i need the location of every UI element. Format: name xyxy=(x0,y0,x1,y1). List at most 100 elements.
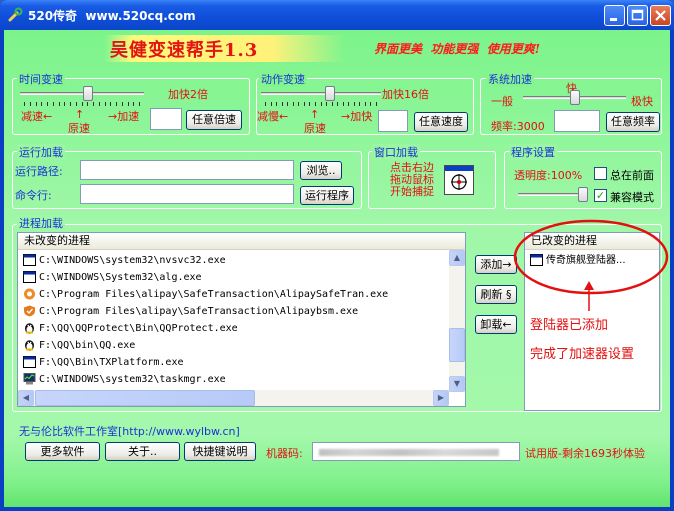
list-item[interactable]: F:\QQ\Bin\TXPlatform.exe xyxy=(20,354,445,371)
tick-mark xyxy=(321,102,322,106)
scroll-down-icon[interactable]: ▼ xyxy=(449,376,465,392)
tick-mark xyxy=(76,102,77,106)
scroll-left-icon[interactable]: ◀ xyxy=(18,390,34,406)
transparency-label: 透明度:100% xyxy=(514,169,583,182)
time-speed-slider[interactable] xyxy=(20,84,144,104)
action-speed-input[interactable] xyxy=(378,110,408,132)
window-capture-target[interactable] xyxy=(444,165,474,195)
banner-title: 吴健变速帮手1.3 xyxy=(110,40,259,61)
process-path: F:\QQ\QQProtect\Bin\QQProtect.exe xyxy=(39,323,238,334)
slider-thumb[interactable] xyxy=(325,86,335,101)
original-speed-label: 原速 xyxy=(68,122,90,135)
tick-mark xyxy=(304,102,305,106)
list-item[interactable]: C:\WINDOWS\System32\alg.exe xyxy=(20,269,445,286)
unchanged-header: 未改变的进程 xyxy=(18,233,465,250)
tick-mark xyxy=(30,102,31,106)
add-process-button[interactable]: 添加→ xyxy=(475,255,517,274)
list-item[interactable]: C:\Program Files\alipay\SafeTransaction\… xyxy=(20,286,445,303)
close-icon xyxy=(655,10,666,21)
minimize-button[interactable] xyxy=(604,5,625,26)
frequency-input[interactable] xyxy=(554,110,600,132)
custom-frequency-button[interactable]: 任意频率 xyxy=(606,112,660,132)
time-speed-fast-label: 加快2倍 xyxy=(168,88,208,101)
minimize-icon xyxy=(610,18,617,21)
tick-mark xyxy=(354,102,355,106)
always-on-top-label: 总在前面 xyxy=(610,169,654,182)
command-line-label: 命令行: xyxy=(15,189,52,202)
machine-code-label: 机器码: xyxy=(266,447,303,460)
list-item[interactable]: F:\QQ\bin\QQ.exe xyxy=(20,337,445,354)
hotkey-help-button[interactable]: 快捷键说明 xyxy=(184,442,256,461)
app-window: 520传奇 www.520cq.com 吴健变速帮手1.3 界面更美 功能更强 … xyxy=(0,0,674,511)
slider-thumb[interactable] xyxy=(570,90,580,105)
checkmark-icon: ✓ xyxy=(595,189,606,202)
maximize-button[interactable] xyxy=(627,5,648,26)
tools-icon xyxy=(8,7,23,22)
list-item[interactable]: C:\WINDOWS\system32\nvsvc32.exe xyxy=(20,252,445,269)
horizontal-scroll-thumb[interactable] xyxy=(35,390,255,406)
run-path-input[interactable] xyxy=(80,160,294,180)
horizontal-scrollbar[interactable]: ◀ ▶ xyxy=(18,390,449,406)
close-button[interactable] xyxy=(650,5,671,26)
slider-thumb[interactable] xyxy=(83,86,93,101)
tick-mark xyxy=(315,102,316,106)
vertical-scrollbar[interactable]: ▲ ▼ xyxy=(449,250,465,392)
browse-button[interactable]: 浏览.. xyxy=(300,161,342,180)
custom-speed-button[interactable]: 任意速度 xyxy=(414,112,468,132)
process-path: F:\QQ\Bin\TXPlatform.exe xyxy=(39,357,184,368)
refresh-button[interactable]: 刷新 § xyxy=(475,285,517,304)
scroll-thumb[interactable] xyxy=(449,328,465,362)
studio-link[interactable]: 无与伦比软件工作室[http://www.wylbw.cn] xyxy=(19,423,240,439)
compat-mode-label: 兼容模式 xyxy=(610,191,654,204)
scroll-up-icon[interactable]: ▲ xyxy=(449,250,465,266)
about-button[interactable]: 关于.. xyxy=(105,442,180,461)
run-path-label: 运行路径: xyxy=(15,165,63,178)
increase-label: →加速 xyxy=(108,110,140,123)
slow-down-label: 减慢← xyxy=(257,110,289,123)
always-on-top-checkbox[interactable] xyxy=(594,167,607,180)
tick-mark xyxy=(70,102,71,106)
unload-button[interactable]: 卸载← xyxy=(475,315,517,334)
window-icon xyxy=(23,271,36,283)
system-speed-slider[interactable] xyxy=(523,88,626,108)
window-title: 520传奇 www.520cq.com xyxy=(28,9,196,23)
list-item[interactable]: C:\WINDOWS\system32\taskmgr.exe xyxy=(20,371,445,388)
capture-hint: 开始捕捉 xyxy=(390,185,434,198)
slider-thumb[interactable] xyxy=(578,187,588,202)
custom-multiplier-button[interactable]: 任意倍速 xyxy=(186,110,242,130)
tick-mark xyxy=(87,102,88,106)
blurred-machine-code xyxy=(319,449,499,456)
window-load-label: 窗口加载 xyxy=(372,144,420,160)
action-speed-slider[interactable] xyxy=(261,84,381,104)
transparency-slider[interactable] xyxy=(518,185,588,205)
crosshair-icon xyxy=(451,174,467,190)
tick-mark xyxy=(139,102,140,106)
compat-mode-checkbox[interactable]: ✓ xyxy=(594,189,607,202)
more-software-button[interactable]: 更多软件 xyxy=(25,442,100,461)
tick-mark xyxy=(265,102,266,106)
tick-mark xyxy=(359,102,360,106)
title-bar[interactable]: 520传奇 www.520cq.com xyxy=(0,0,674,30)
tick-mark xyxy=(24,102,25,106)
decrease-label: 减速← xyxy=(21,110,53,123)
run-load-label: 运行加载 xyxy=(17,144,65,160)
window-icon xyxy=(23,254,36,266)
time-speed-input[interactable] xyxy=(150,108,182,130)
list-item[interactable]: C:\Program Files\alipay\SafeTransaction\… xyxy=(20,303,445,320)
tick-mark xyxy=(376,102,377,106)
tick-mark xyxy=(47,102,48,106)
process-path: C:\Program Files\alipay\SafeTransaction\… xyxy=(39,306,359,317)
unchanged-process-list[interactable]: 未改变的进程 C:\WINDOWS\system32\nvsvc32.exe C:… xyxy=(17,232,466,407)
tick-mark xyxy=(309,102,310,106)
scroll-right-icon[interactable]: ▶ xyxy=(433,390,449,406)
machine-code-field[interactable] xyxy=(312,442,520,461)
run-program-button[interactable]: 运行程序 xyxy=(300,186,354,205)
tick-mark xyxy=(293,102,294,106)
process-path: C:\Program Files\alipay\SafeTransaction\… xyxy=(39,289,389,300)
command-line-input[interactable] xyxy=(80,184,294,204)
tick-mark xyxy=(122,102,123,106)
tick-mark xyxy=(271,102,272,106)
taskmgr-icon xyxy=(23,373,36,385)
list-item[interactable]: F:\QQ\QQProtect\Bin\QQProtect.exe xyxy=(20,320,445,337)
capture-titlebar xyxy=(445,166,473,171)
